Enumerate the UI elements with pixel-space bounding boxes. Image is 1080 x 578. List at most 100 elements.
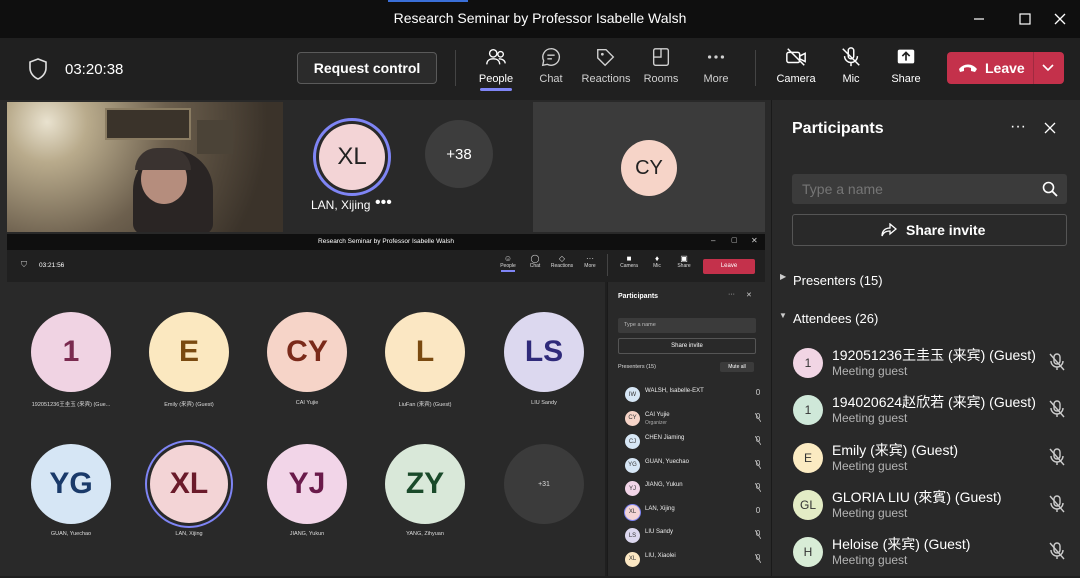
share-list-avatar: YG xyxy=(625,457,640,473)
search-icon[interactable] xyxy=(1042,181,1058,197)
share-list-row: XL LAN, Xijing xyxy=(625,502,765,524)
minimize-icon xyxy=(974,18,984,20)
share-list-mic-icon xyxy=(755,530,761,539)
share-list-name: LIU Sandy xyxy=(645,529,674,535)
share-tile-name: LAN, Xijing xyxy=(175,531,203,537)
active-indicator xyxy=(480,88,512,91)
share-panel-more-icon: ··· xyxy=(728,291,735,298)
reactions-icon xyxy=(597,48,615,67)
people-label: People xyxy=(478,73,514,85)
meeting-stage: XL LAN, Xijing ••• +38 CY Research Semin… xyxy=(0,100,771,576)
overflow-count[interactable]: +38 xyxy=(425,120,493,188)
share-speaking-ring: XL xyxy=(145,440,233,528)
avatar: CY xyxy=(621,140,677,196)
rooms-label: Rooms xyxy=(643,73,679,85)
share-list-avatar: CJ xyxy=(625,434,640,449)
chat-button[interactable]: Chat xyxy=(524,46,578,94)
rooms-button[interactable]: Rooms xyxy=(634,46,688,94)
panel-more-icon[interactable]: ··· xyxy=(1010,118,1026,136)
shield-icon[interactable] xyxy=(28,58,48,80)
mic-off-icon[interactable] xyxy=(1048,447,1066,467)
meeting-timer: 03:20:38 xyxy=(65,61,124,78)
share-invite-button[interactable]: Share invite xyxy=(792,214,1067,246)
share-minimize-icon: – xyxy=(711,236,716,245)
share-list-mic-icon xyxy=(755,483,761,492)
mic-off-icon[interactable] xyxy=(1048,399,1066,419)
share-mic: ♦ Mic xyxy=(653,254,661,269)
share-list-name: LIU, Xiaolei xyxy=(645,552,676,559)
share-tile-name: JIANG, Yukun xyxy=(289,531,325,537)
share-list-name: GUAN, Yuechao xyxy=(645,458,689,465)
share-list-mic-icon xyxy=(755,389,761,398)
mic-off-icon[interactable] xyxy=(1048,494,1066,514)
share-list-mic-icon xyxy=(755,506,761,516)
mic-off-icon xyxy=(842,47,860,67)
leave-button[interactable]: Leave xyxy=(947,52,1064,84)
share-list-name: WALSH, Isabelle-EXT xyxy=(645,388,704,394)
participant-tile-cy[interactable]: CY xyxy=(533,102,765,232)
attendee-row[interactable]: E Emily (来宾) (Guest) Meeting guest xyxy=(772,437,1080,484)
attendees-section[interactable]: ▼ Attendees (26) xyxy=(772,308,1080,330)
attendee-row[interactable]: 1 194020624赵欣若 (来宾) (Guest) Meeting guest xyxy=(772,389,1080,436)
share-list-mic-icon xyxy=(755,436,761,445)
camera-label: Camera xyxy=(776,73,816,85)
mic-button[interactable]: Mic xyxy=(824,46,878,94)
share-reactions: ◇ Reactions xyxy=(550,254,574,269)
more-button[interactable]: More xyxy=(689,46,743,94)
overflow-tile[interactable]: +38 xyxy=(421,102,531,232)
camera-button[interactable]: Camera xyxy=(769,46,823,94)
share-tile-name: LiuFan (来宾) (Guest) xyxy=(398,402,452,408)
title-bar: Research Seminar by Professor Isabelle W… xyxy=(0,0,1080,38)
share-list-avatar: IW xyxy=(625,387,640,402)
presenters-section[interactable]: ▶ Presenters (15) xyxy=(772,270,1080,292)
share-list-row: CJ CHEN Jiaming xyxy=(625,431,765,453)
mic-off-icon[interactable] xyxy=(1048,541,1066,561)
share-tile-avatar: ZY xyxy=(385,444,465,524)
share-label: Share xyxy=(891,73,921,85)
share-tile-avatar: CY xyxy=(267,312,347,392)
phone-hangup-icon xyxy=(959,64,977,72)
window-accent-line xyxy=(388,0,468,2)
mic-label: Mic xyxy=(842,73,860,85)
search-input[interactable] xyxy=(792,174,1032,204)
chevron-down-icon: ▼ xyxy=(779,311,787,320)
share-tile-name: LIU Sandy xyxy=(531,400,557,406)
attendee-row[interactable]: H Heloise (来宾) (Guest) Meeting guest xyxy=(772,531,1080,578)
request-control-button[interactable]: Request control xyxy=(297,52,437,84)
mic-off-icon xyxy=(1049,542,1065,560)
avatar: GL xyxy=(793,489,823,520)
video-tile[interactable] xyxy=(7,102,283,232)
chevron-right-icon: ▶ xyxy=(780,272,787,281)
mic-off-icon[interactable] xyxy=(1048,352,1066,372)
panel-close-icon[interactable] xyxy=(1044,122,1056,134)
share-list-row: IW WALSH, Isabelle-EXT xyxy=(625,384,765,406)
share-toolbar: ⛉ 03:21:56 ☺ People ◯ Chat ◇ Reactions ···… xyxy=(7,250,765,282)
share-tile-name: YANG, Zihyuan xyxy=(406,531,444,537)
people-button[interactable]: People xyxy=(469,46,523,94)
participant-search[interactable] xyxy=(792,174,1067,204)
participant-name: LAN, Xijing xyxy=(311,198,371,212)
share-button[interactable]: Share xyxy=(879,46,933,94)
share-share: ▣ Share xyxy=(677,254,691,269)
presenters-label: Presenters (15) xyxy=(793,273,883,288)
reactions-button[interactable]: Reactions xyxy=(579,46,633,94)
chevron-down-icon xyxy=(1042,64,1054,72)
mic-off-icon xyxy=(1049,447,1065,466)
share-grid: 1 192051236王圭玉 (来宾) (Gue... E Emily (来宾)… xyxy=(7,282,605,576)
mic-off-icon xyxy=(1049,400,1065,418)
share-tile-avatar: XL xyxy=(150,445,228,523)
attendee-row[interactable]: GL GLORIA LIU (來賓) (Guest) Meeting guest xyxy=(772,484,1080,531)
share-list-name: CAI Yujie xyxy=(645,411,670,418)
share-search: Type a name xyxy=(618,318,756,333)
participant-tile-xl[interactable]: XL LAN, Xijing ••• xyxy=(283,102,421,232)
more-options-icon[interactable]: ••• xyxy=(375,194,392,212)
attendee-role: Meeting guest xyxy=(832,553,908,568)
minimize-button[interactable] xyxy=(956,0,1002,38)
attendee-row[interactable]: 1 192051236王圭玉 (来宾) (Guest) Meeting guest xyxy=(772,342,1080,389)
share-tile-name: 192051236王圭玉 (来宾) (Gue... xyxy=(31,402,111,408)
avatar: XL xyxy=(319,124,385,190)
share-list-avatar: XL xyxy=(625,504,640,520)
share-invite-icon xyxy=(881,223,897,237)
close-window-button[interactable] xyxy=(1040,0,1080,38)
share-list-row: XL LIU, Xiaolei xyxy=(625,549,765,571)
